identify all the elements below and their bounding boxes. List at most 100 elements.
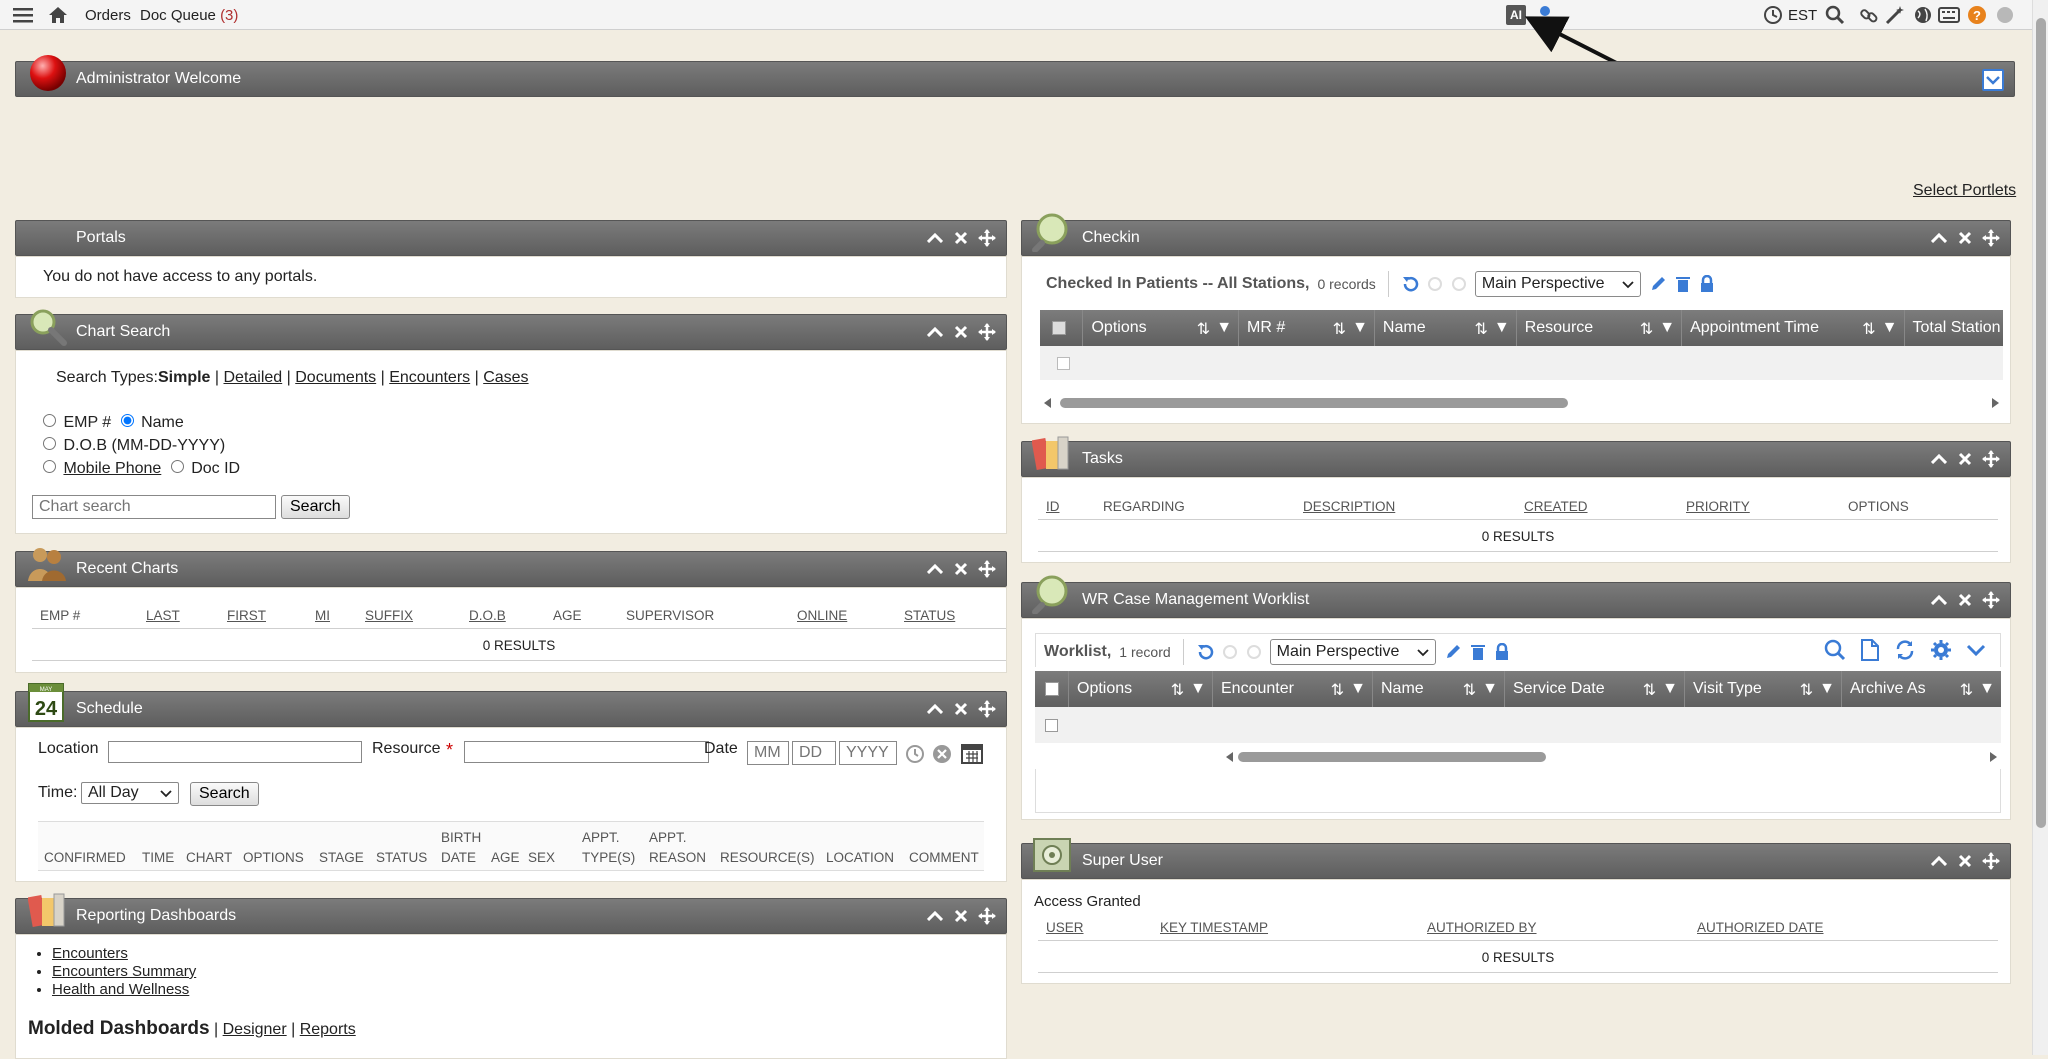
undo-icon[interactable] <box>1222 644 1238 660</box>
close-icon[interactable] <box>952 559 970 579</box>
chart-search-input[interactable] <box>32 495 276 519</box>
time-select[interactable]: All Day <box>81 782 179 804</box>
col-suffix[interactable]: SUFFIX <box>365 608 413 623</box>
col-options[interactable]: Options ⇅ ▼ <box>1069 671 1213 707</box>
row-checkbox[interactable] <box>1057 357 1070 370</box>
sort-icon[interactable]: ⇅ <box>1960 680 1973 700</box>
status-dot-icon[interactable] <box>1994 4 2016 26</box>
time-clock-icon[interactable] <box>905 744 925 764</box>
worklist-perspective-select[interactable]: Main Perspective <box>1269 639 1436 665</box>
document-icon[interactable] <box>1860 639 1880 661</box>
sort-icon[interactable]: ⇅ <box>1640 319 1653 339</box>
collapse-icon[interactable] <box>1930 228 1948 248</box>
globe-icon[interactable] <box>1912 4 1934 26</box>
collapse-icon[interactable] <box>926 322 944 342</box>
filter-icon[interactable]: ▼ <box>1352 319 1368 339</box>
vertical-scrollbar[interactable] <box>2032 0 2048 1055</box>
clear-date-icon[interactable] <box>932 744 952 764</box>
sort-icon[interactable]: ⇅ <box>1800 680 1813 700</box>
close-icon[interactable] <box>952 699 970 719</box>
close-icon[interactable] <box>952 322 970 342</box>
settings-gear-icon[interactable] <box>1930 639 1952 661</box>
collapse-icon[interactable] <box>926 228 944 248</box>
checkin-perspective-select[interactable]: Main Perspective <box>1474 271 1641 297</box>
filter-icon[interactable]: ▼ <box>1662 680 1678 700</box>
col-description[interactable]: DESCRIPTION <box>1303 499 1395 514</box>
sort-icon[interactable]: ⇅ <box>1474 319 1487 339</box>
delete-icon[interactable] <box>1470 643 1486 661</box>
resource-input[interactable] <box>464 741 709 763</box>
refresh-icon[interactable] <box>1196 643 1214 661</box>
keyboard-icon[interactable] <box>1938 4 1960 26</box>
col-created[interactable]: CREATED <box>1524 499 1588 514</box>
close-icon[interactable] <box>1956 228 1974 248</box>
col-online[interactable]: ONLINE <box>797 608 847 623</box>
encounters-summary-link[interactable]: Encounters Summary <box>52 963 196 980</box>
col-mi[interactable]: MI <box>315 608 330 623</box>
filter-icon[interactable]: ▼ <box>1350 680 1366 700</box>
timezone-label[interactable]: EST <box>1788 0 1817 30</box>
search-type-simple[interactable]: Simple <box>158 369 210 386</box>
collapse-icon[interactable] <box>926 559 944 579</box>
collapse-icon[interactable] <box>926 699 944 719</box>
col-authorized-by[interactable]: AUTHORIZED BY <box>1427 920 1537 935</box>
move-icon[interactable] <box>978 559 996 579</box>
move-icon[interactable] <box>1982 851 2000 871</box>
docid-radio[interactable] <box>170 460 184 473</box>
close-icon[interactable] <box>1956 449 1974 469</box>
worklist-horizontal-scrollbar[interactable] <box>1222 749 2001 763</box>
col-service-date[interactable]: Service Date ⇅ ▼ <box>1505 671 1685 707</box>
move-icon[interactable] <box>1982 449 2000 469</box>
collapse-icon[interactable] <box>1930 449 1948 469</box>
undo-icon[interactable] <box>1427 276 1443 292</box>
mobile-radio[interactable] <box>43 460 56 473</box>
refresh-icon[interactable] <box>1401 275 1419 293</box>
move-icon[interactable] <box>1982 590 2000 610</box>
lock-icon[interactable] <box>1699 275 1715 293</box>
reports-link[interactable]: Reports <box>300 1021 356 1038</box>
row-checkbox[interactable] <box>1045 719 1058 732</box>
search-type-documents[interactable]: Documents <box>295 369 376 386</box>
col-key-timestamp[interactable]: KEY TIMESTAMP <box>1160 920 1268 935</box>
name-radio[interactable] <box>120 414 134 427</box>
filter-icon[interactable]: ▼ <box>1190 680 1206 700</box>
location-input[interactable] <box>108 741 362 763</box>
col-archive-as[interactable]: Archive As ⇅ ▼ <box>1842 671 2001 707</box>
doc-queue-link[interactable]: Doc Queue (3) <box>140 0 238 30</box>
sort-icon[interactable]: ⇅ <box>1862 319 1875 339</box>
col-name[interactable]: Name ⇅ ▼ <box>1375 310 1517 346</box>
redo-icon[interactable] <box>1246 644 1262 660</box>
worklist-row[interactable] <box>1035 707 2001 743</box>
col-authorized-date[interactable]: AUTHORIZED DATE <box>1697 920 1824 935</box>
col-encounter[interactable]: Encounter ⇅ ▼ <box>1213 671 1373 707</box>
emp-radio[interactable] <box>43 414 56 427</box>
edit-pencil-icon[interactable] <box>1649 275 1667 293</box>
sort-icon[interactable]: ⇅ <box>1643 680 1656 700</box>
close-icon[interactable] <box>952 906 970 926</box>
col-priority[interactable]: PRIORITY <box>1686 499 1750 514</box>
health-wellness-link[interactable]: Health and Wellness <box>52 981 189 998</box>
sort-icon[interactable]: ⇅ <box>1333 319 1346 339</box>
move-icon[interactable] <box>978 322 996 342</box>
collapse-icon[interactable] <box>926 906 944 926</box>
filter-icon[interactable]: ▼ <box>1979 680 1995 700</box>
search-icon[interactable] <box>1824 639 1846 661</box>
magic-wand-icon[interactable] <box>1884 4 1906 26</box>
move-icon[interactable] <box>978 699 996 719</box>
sort-icon[interactable]: ⇅ <box>1331 680 1344 700</box>
move-icon[interactable] <box>978 228 996 248</box>
sort-icon[interactable]: ⇅ <box>1463 680 1476 700</box>
filter-icon[interactable]: ▼ <box>1482 680 1498 700</box>
col-id[interactable]: ID <box>1046 499 1060 514</box>
collapse-chevron-icon[interactable] <box>1982 69 2004 91</box>
col-appointment-time[interactable]: Appointment Time ⇅ ▼ <box>1682 310 1905 346</box>
col-total-station[interactable]: Total Station <box>1905 310 2003 346</box>
search-icon[interactable] <box>1824 4 1846 26</box>
move-icon[interactable] <box>1982 228 2000 248</box>
checkin-horizontal-scrollbar[interactable] <box>1040 395 2003 409</box>
filter-icon[interactable]: ▼ <box>1494 319 1510 339</box>
filter-icon[interactable]: ▼ <box>1819 680 1835 700</box>
close-icon[interactable] <box>952 228 970 248</box>
encounters-link[interactable]: Encounters <box>52 945 128 962</box>
col-name[interactable]: Name ⇅ ▼ <box>1373 671 1505 707</box>
